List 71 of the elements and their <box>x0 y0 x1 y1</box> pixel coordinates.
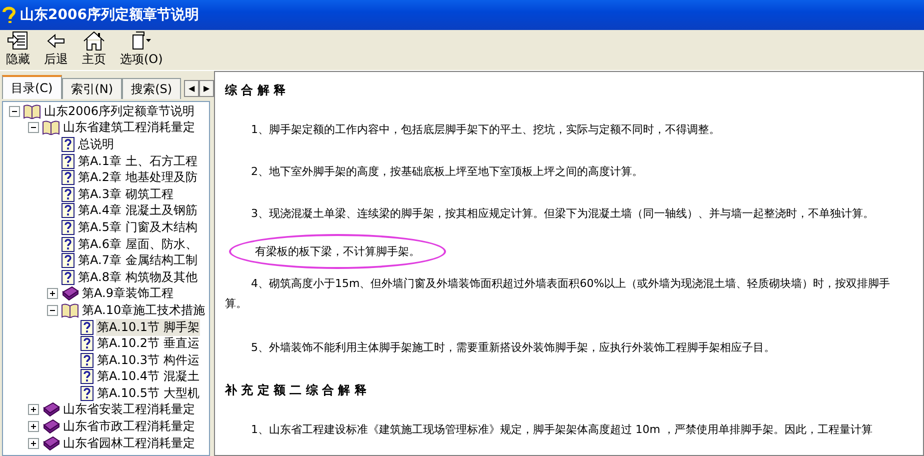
expand-toggle[interactable] <box>8 106 20 117</box>
closed-book-icon <box>61 286 79 302</box>
back-arrow-icon <box>45 31 67 51</box>
tree-item[interactable]: 山东省园林工程消耗量定 <box>62 434 196 452</box>
expand-toggle[interactable] <box>28 421 38 432</box>
paragraph: 4、砌筑高度小于15m、但外墙门窗及外墙装饰面积超过外墙表面积60%以上（或外墙为现浇混土墙、轻质砌块墙）时，按双排脚手 <box>250 276 892 292</box>
help-page-icon <box>61 220 75 235</box>
tree-item[interactable]: 第A.10.4节 混凝土 <box>96 368 200 386</box>
expand-toggle[interactable] <box>28 438 38 449</box>
section-heading: 综 合 解 释 <box>225 82 287 99</box>
help-page-icon <box>61 253 75 268</box>
tree-item[interactable]: 山东省安装工程消耗量定 <box>62 401 196 418</box>
window-title: 山东2006序列定额章节说明 <box>20 6 199 24</box>
toolbar-options-button[interactable]: 选项(O) <box>116 31 167 70</box>
help-page-icon <box>61 186 75 202</box>
options-icon <box>130 31 152 51</box>
expand-toggle[interactable] <box>28 404 38 416</box>
expand-toggle[interactable] <box>46 304 58 316</box>
tree-item[interactable]: 第A.2章 地基处理及防 <box>77 169 198 186</box>
tree-item[interactable]: 第A.9章装饰工程 <box>81 285 174 302</box>
closed-book-icon <box>42 436 60 451</box>
tree-item[interactable]: 第A.4章 混凝土及钢筋 <box>77 202 198 220</box>
paragraph: 1、脚手架定额的工作内容中，包括底层脚手架下的平土、挖坑，实际与定额不同时，不得调整。 <box>250 122 721 138</box>
tab[interactable]: 索引(N) <box>62 78 122 99</box>
panel-icon <box>7 31 29 51</box>
toolbar-back-button[interactable]: 后退 <box>40 31 72 70</box>
tree-item[interactable]: 第A.10.5节 大型机 <box>96 384 200 402</box>
closed-book-icon <box>42 402 60 418</box>
help-page-icon <box>80 320 94 335</box>
section-heading: 补 充 定 额 二 综 合 解 释 <box>225 382 368 399</box>
tab-scroll-button[interactable]: ◀ <box>184 80 200 97</box>
tree-item[interactable]: 第A.7章 金属结构工制 <box>77 252 198 270</box>
help-page-icon <box>80 352 94 368</box>
tab[interactable]: 目录(C) <box>2 75 62 99</box>
tree-item[interactable]: 山东2006序列定额章节说明 <box>43 102 196 120</box>
tree-item[interactable]: 第A.5章 门窗及木结构 <box>77 218 198 236</box>
tab-scroll-button[interactable]: ▶ <box>199 80 214 97</box>
closed-book-icon <box>42 419 60 434</box>
tree-item[interactable]: 第A.8章 构筑物及其他 <box>77 268 198 286</box>
help-page-icon <box>61 270 75 285</box>
help-page-icon <box>61 236 75 252</box>
tree-item[interactable]: 第A.10.1节 脚手架 <box>96 318 200 336</box>
tree-item[interactable]: 第A.10章施工技术措施 <box>81 302 206 319</box>
tree-item[interactable]: 第A.6章 屋面、防水、 <box>77 236 198 253</box>
toolbar-hide-button[interactable]: 隐藏 <box>2 31 34 70</box>
tab[interactable]: 搜索(S) <box>122 78 182 99</box>
paragraph: 1、山东省工程建设标准《建筑施工现场管理标准》规定，脚手架架体高度超过 10m ，严禁使用单排脚手架。因此，工程量计算 <box>250 422 874 438</box>
tree-item[interactable]: 第A.10.3节 构件运 <box>96 352 200 369</box>
tree-item[interactable]: 第A.10.2节 垂直运 <box>96 335 200 352</box>
paragraph: 有梁板的板下梁，不计算脚手架。 <box>255 245 420 258</box>
paragraph: 2、地下室外脚手架的高度，按基础底板上坪至地下室顶板上坪之间的高度计算。 <box>250 164 644 180</box>
tree-item[interactable]: 山东省市政工程消耗量定 <box>62 418 196 436</box>
home-icon <box>83 31 105 51</box>
tree-item[interactable]: 第A.3章 砌筑工程 <box>77 186 174 203</box>
expand-toggle[interactable] <box>46 288 58 300</box>
paragraph: 3、现浇混凝土单梁、连续梁的脚手架，按其相应规定计算。但梁下为混凝土墙（同一轴线）、并与墙一起整浇时，不单独计算。 <box>250 206 875 222</box>
help-page-icon <box>61 154 75 169</box>
paragraph: 算。 <box>225 296 248 312</box>
tree-item[interactable]: 山东省建筑工程消耗量定 <box>62 119 196 136</box>
help-page-icon <box>80 336 94 352</box>
help-page-icon <box>61 136 75 152</box>
toolbar-home-button[interactable]: 主页 <box>78 31 110 70</box>
help-page-icon <box>80 369 94 384</box>
expand-toggle[interactable] <box>28 122 38 134</box>
help-page-icon <box>61 203 75 218</box>
help-page-icon <box>80 386 94 401</box>
tree-item[interactable]: 总说明 <box>77 136 115 153</box>
paragraph: 5、外墙装饰不能利用主体脚手架施工时，需要重新搭设外装饰脚手架，应执行外装饰工程脚手架相应子目。 <box>250 340 776 356</box>
help-page-icon <box>61 170 75 186</box>
tree-item[interactable]: 第A.1章 土、石方工程 <box>77 152 198 170</box>
help-icon <box>2 6 16 24</box>
